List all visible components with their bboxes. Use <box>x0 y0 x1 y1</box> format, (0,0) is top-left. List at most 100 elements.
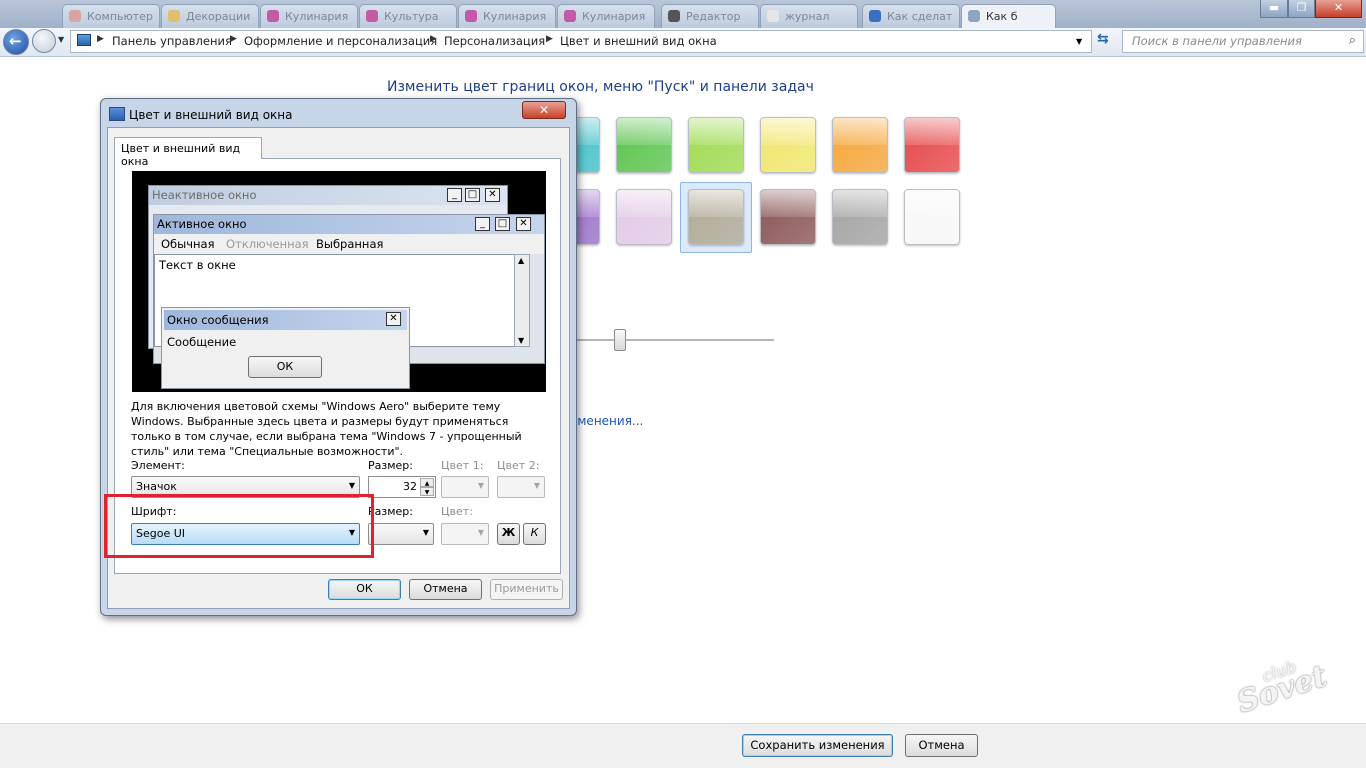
browser-tab[interactable]: Культура <box>359 4 457 28</box>
chevron-down-icon: ▼ <box>422 528 429 537</box>
appearance-preview: Неактивное окно _ □ ✕ Активное окно _ □ … <box>132 171 546 392</box>
scroll-down-arrow-icon: ▼ <box>518 336 525 345</box>
color-swatch-green[interactable] <box>616 117 672 173</box>
apply-button[interactable]: Применить <box>490 579 563 600</box>
page-favicon-icon <box>968 10 980 22</box>
breadcrumb[interactable]: ▶ Панель управления ▶ Оформление и персо… <box>70 30 1092 53</box>
color-swatch-chocolate[interactable] <box>760 189 816 245</box>
chevron-down-icon: ▼ <box>533 481 540 490</box>
preview-minimize-icon: _ <box>475 217 490 231</box>
search-icon[interactable]: ⌕ <box>1349 33 1356 48</box>
chevron-down-icon: ▼ <box>477 481 484 490</box>
search-input[interactable]: Поиск в панели управления ⌕ <box>1122 30 1364 53</box>
browser-tab[interactable]: Кулинария <box>458 4 556 28</box>
chevron-down-icon: ▼ <box>477 528 484 537</box>
preview-maximize-icon: □ <box>465 188 480 202</box>
preview-msgbox-title: Окно сообщения <box>164 310 407 330</box>
preview-minimize-icon: _ <box>447 188 462 202</box>
color-swatch-taupe[interactable] <box>688 189 744 245</box>
maximize-button[interactable]: ❐ <box>1288 0 1315 18</box>
breadcrumb-separator-icon: ▶ <box>230 34 237 44</box>
font-color-select[interactable]: ▼ <box>441 523 489 545</box>
bottom-action-bar: Сохранить изменения Отмена <box>0 723 1366 768</box>
ok-button[interactable]: ОК <box>328 579 401 600</box>
address-dropdown-icon[interactable]: ▼ <box>1076 37 1082 46</box>
page-favicon-icon <box>366 10 378 22</box>
color2-select[interactable]: ▼ <box>497 476 545 498</box>
advanced-settings-link[interactable]: зменения... <box>571 414 643 428</box>
save-changes-button[interactable]: Сохранить изменения <box>742 734 893 757</box>
browser-tab-active[interactable]: Как б <box>961 4 1056 28</box>
breadcrumb-personalization[interactable]: Персонализация <box>444 34 545 48</box>
breadcrumb-separator-icon: ▶ <box>97 34 104 44</box>
preview-msgbox-text: Сообщение <box>167 335 237 349</box>
preview-close-icon: ✕ <box>485 188 500 202</box>
page-favicon-icon <box>267 10 279 22</box>
tab-window-color[interactable]: Цвет и внешний вид окна <box>114 137 262 168</box>
browser-tab[interactable]: Компьютер <box>62 4 160 28</box>
bold-toggle[interactable]: Ж <box>497 523 520 545</box>
breadcrumb-separator-icon: ▶ <box>430 34 437 44</box>
browser-tab[interactable]: Редактор <box>661 4 759 28</box>
dialog-close-button[interactable]: ✕ <box>522 101 566 119</box>
italic-toggle[interactable]: К <box>523 523 546 545</box>
preview-close-icon: ✕ <box>516 217 531 231</box>
color-swatch-lime[interactable] <box>688 117 744 173</box>
dialog-description: Для включения цветовой схемы "Windows Ae… <box>131 400 522 458</box>
back-arrow-icon: ← <box>9 32 22 50</box>
refresh-icon[interactable]: ⇆ <box>1097 31 1109 47</box>
color-swatch-red[interactable] <box>904 117 960 173</box>
size-stepper[interactable]: 32 ▲ ▼ <box>368 476 436 498</box>
browser-tab[interactable]: Декорации <box>161 4 259 28</box>
size-label: Размер: <box>368 459 413 472</box>
font-highlight-annotation <box>104 494 374 558</box>
preview-menubar: Обычная Отключенная Выбранная <box>154 234 544 254</box>
preview-maximize-icon: □ <box>495 217 510 231</box>
preview-window-text: Текст в окне <box>159 258 236 272</box>
font-size-select[interactable]: ▼ <box>368 523 434 545</box>
stepper-down-icon[interactable]: ▼ <box>420 487 434 496</box>
dialog-window-icon <box>109 107 125 121</box>
page-favicon-icon <box>869 10 881 22</box>
breadcrumb-separator-icon: ▶ <box>546 34 553 44</box>
dialog-title: Цвет и внешний вид окна <box>129 108 293 122</box>
back-button[interactable]: ← <box>3 29 29 55</box>
bottom-cancel-button[interactable]: Отмена <box>905 734 978 757</box>
minimize-button[interactable]: ▬ <box>1260 0 1288 18</box>
forward-button[interactable] <box>32 29 56 53</box>
address-bar: ← ▼ ▶ Панель управления ▶ Оформление и п… <box>0 28 1366 57</box>
history-dropdown-icon[interactable]: ▼ <box>58 35 64 44</box>
preview-menu-disabled: Отключенная <box>226 237 309 251</box>
cancel-button[interactable]: Отмена <box>409 579 482 600</box>
color-swatch-frost[interactable] <box>904 189 960 245</box>
color2-label: Цвет 2: <box>497 459 540 472</box>
color-swatch-yellow[interactable] <box>760 117 816 173</box>
page-favicon-icon <box>465 10 477 22</box>
color-swatch-lavender[interactable] <box>616 189 672 245</box>
preview-msgbox-close-icon: ✕ <box>386 312 401 326</box>
intensity-slider-thumb[interactable] <box>614 329 626 351</box>
color1-select[interactable]: ▼ <box>441 476 489 498</box>
breadcrumb-control-panel[interactable]: Панель управления <box>112 34 232 48</box>
breadcrumb-window-color[interactable]: Цвет и внешний вид окна <box>560 34 717 48</box>
color-swatch-slate[interactable] <box>832 189 888 245</box>
scroll-up-arrow-icon: ▲ <box>518 256 525 265</box>
page-favicon-icon <box>668 10 680 22</box>
close-window-button[interactable]: ✕ <box>1315 0 1362 18</box>
browser-tab[interactable]: журнал <box>760 4 858 28</box>
color1-label: Цвет 1: <box>441 459 484 472</box>
page-favicon-icon <box>168 10 180 22</box>
preview-menu-normal: Обычная <box>161 237 215 251</box>
page-favicon-icon <box>564 10 576 22</box>
page-favicon-icon <box>767 10 779 22</box>
preview-message-box: Окно сообщения ✕ Сообщение ОК <box>161 307 410 389</box>
stepper-up-icon[interactable]: ▲ <box>420 478 434 487</box>
color-swatch-orange[interactable] <box>832 117 888 173</box>
breadcrumb-appearance[interactable]: Оформление и персонализация <box>244 34 437 48</box>
intensity-slider-track[interactable] <box>574 339 774 341</box>
browser-tab[interactable]: Как сделат <box>862 4 960 28</box>
preview-menu-selected: Выбранная <box>316 237 384 251</box>
browser-tab-strip: Компьютер Декорации Кулинария Культура К… <box>0 0 1366 28</box>
browser-tab[interactable]: Кулинария <box>557 4 655 28</box>
browser-tab[interactable]: Кулинария <box>260 4 358 28</box>
